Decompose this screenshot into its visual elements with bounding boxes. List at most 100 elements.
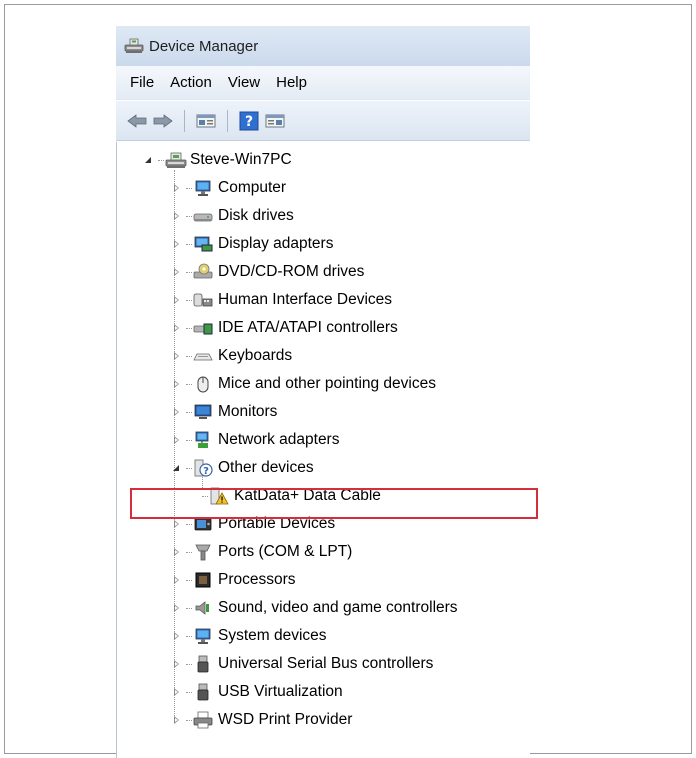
collapsed-arrow-icon[interactable] [172, 351, 182, 361]
tree-connector [186, 355, 192, 357]
mouse-icon [193, 375, 213, 393]
hid-icon [193, 291, 213, 309]
svg-text:?: ? [245, 114, 253, 130]
collapsed-arrow-icon[interactable] [172, 267, 182, 277]
tree-item-label: Network adapters [218, 431, 340, 448]
toolbar: ? [116, 101, 530, 141]
menu-help[interactable]: Help [268, 70, 315, 95]
sound-icon [193, 599, 213, 617]
show-pane-icon[interactable] [264, 110, 286, 132]
tree-item-label: DVD/CD-ROM drives [218, 263, 365, 280]
tree-item-label: USB Virtualization [218, 683, 343, 700]
tree-item-label: Computer [218, 179, 287, 196]
forward-arrow-icon[interactable] [152, 110, 174, 132]
collapsed-arrow-icon[interactable] [172, 239, 182, 249]
root-computer-icon [165, 151, 187, 169]
menu-action[interactable]: Action [162, 70, 220, 95]
tree-item-mice-and-other-pointing-devices[interactable]: Mice and other pointing devices [172, 371, 436, 397]
collapsed-arrow-icon[interactable] [172, 547, 182, 557]
expanded-arrow-icon[interactable] [172, 463, 182, 473]
tree-connector [186, 551, 192, 553]
collapsed-arrow-icon[interactable] [172, 183, 182, 193]
tree-connector [186, 327, 192, 329]
menu-file[interactable]: File [122, 70, 162, 95]
tree-connector [186, 579, 192, 581]
usb-icon [193, 655, 213, 673]
tree-connector [186, 719, 192, 721]
properties-pane-icon[interactable] [195, 110, 217, 132]
tree-item-label: Sound, video and game controllers [218, 599, 458, 616]
collapsed-arrow-icon[interactable] [172, 715, 182, 725]
tree-connector [186, 243, 192, 245]
back-arrow-icon[interactable] [126, 110, 148, 132]
collapsed-arrow-icon[interactable] [172, 323, 182, 333]
tree-item-usb-virtualization[interactable]: USB Virtualization [172, 679, 343, 705]
menu-view[interactable]: View [220, 70, 268, 95]
tree-item-label: Other devices [218, 459, 314, 476]
collapsed-arrow-icon[interactable] [172, 407, 182, 417]
disk-drive-icon [193, 207, 213, 225]
toolbar-separator [184, 109, 185, 132]
collapsed-arrow-icon[interactable] [172, 211, 182, 221]
collapsed-arrow-icon[interactable] [172, 631, 182, 641]
tree-item-disk-drives[interactable]: Disk drives [172, 203, 294, 229]
tree-item-sound-video-and-game-controllers[interactable]: Sound, video and game controllers [172, 595, 458, 621]
tree-item-label: Mice and other pointing devices [218, 375, 436, 392]
tree-item-other-devices[interactable]: ? Other devices [172, 455, 314, 481]
unknown-device-icon: ? [193, 459, 213, 477]
tree-item-label: WSD Print Provider [218, 711, 353, 728]
collapsed-arrow-icon[interactable] [172, 575, 182, 585]
tree-item-wsd-print-provider[interactable]: WSD Print Provider [172, 707, 352, 733]
collapsed-arrow-icon[interactable] [172, 603, 182, 613]
tree-item-system-devices[interactable]: System devices [172, 623, 327, 649]
computer-icon [193, 179, 213, 197]
tree-item-display-adapters[interactable]: Display adapters [172, 231, 333, 257]
tree-item-network-adapters[interactable]: Network adapters [172, 427, 339, 453]
dvd-drive-icon [193, 263, 213, 281]
tree-item-label: Processors [218, 571, 296, 588]
tree-connector [186, 215, 192, 217]
processor-icon [193, 571, 213, 589]
tree-item-label: Ports (COM & LPT) [218, 543, 353, 560]
tree-connector [186, 523, 192, 525]
keyboard-icon [193, 347, 213, 365]
tree-item-root[interactable]: Steve-Win7PC [144, 147, 292, 173]
collapsed-arrow-icon[interactable] [172, 519, 182, 529]
expanded-arrow-icon[interactable] [144, 155, 154, 165]
printer-icon [193, 711, 213, 729]
help-icon[interactable]: ? [238, 110, 260, 132]
tree-connector [186, 383, 192, 385]
tree-item-universal-serial-bus-controllers[interactable]: Universal Serial Bus controllers [172, 651, 433, 677]
svg-text:?: ? [203, 466, 209, 477]
menu-bar: File Action View Help [116, 66, 530, 100]
tree-item-label: Human Interface Devices [218, 291, 393, 308]
tree-connector [186, 467, 192, 469]
tree-connector [186, 663, 192, 665]
collapsed-arrow-icon[interactable] [172, 379, 182, 389]
tree-item-dvd-cd-rom-drives[interactable]: DVD/CD-ROM drives [172, 259, 364, 285]
tree-item-computer[interactable]: Computer [172, 175, 286, 201]
tree-item-human-interface-devices[interactable]: Human Interface Devices [172, 287, 392, 313]
tree-item-label: Keyboards [218, 347, 293, 364]
collapsed-arrow-icon[interactable] [172, 295, 182, 305]
tree-item-ports-com-lpt[interactable]: Ports (COM & LPT) [172, 539, 352, 565]
tree-connector [186, 607, 192, 609]
tree-connector [186, 187, 192, 189]
title-bar[interactable]: Device Manager [116, 26, 530, 66]
tree-connector [186, 299, 192, 301]
highlight-box [130, 488, 538, 519]
collapsed-arrow-icon[interactable] [172, 687, 182, 697]
network-adapter-icon [193, 431, 213, 449]
tree-item-keyboards[interactable]: Keyboards [172, 343, 292, 369]
collapsed-arrow-icon[interactable] [172, 435, 182, 445]
device-manager-icon [124, 38, 144, 54]
tree-item-processors[interactable]: Processors [172, 567, 296, 593]
tree-connector [186, 271, 192, 273]
tree-connector [186, 691, 192, 693]
tree-connector [158, 159, 164, 161]
tree-item-monitors[interactable]: Monitors [172, 399, 277, 425]
toolbar-separator [227, 109, 228, 132]
tree-item-ide-ata-atapi-controllers[interactable]: IDE ATA/ATAPI controllers [172, 315, 398, 341]
tree-connector [186, 439, 192, 441]
collapsed-arrow-icon[interactable] [172, 659, 182, 669]
